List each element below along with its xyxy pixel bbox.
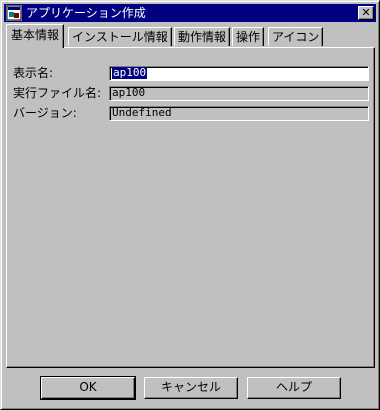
- tab-panel-basic-info: 表示名: ap100 実行ファイル名: ap100 バージョン: Undefin…: [6, 47, 375, 368]
- ok-button[interactable]: OK: [40, 376, 136, 400]
- window-title: アプリケーション作成: [26, 6, 146, 20]
- tab-icon[interactable]: アイコン: [268, 27, 324, 46]
- version-value: Undefined: [112, 106, 172, 119]
- tab-behavior-info[interactable]: 動作情報: [174, 27, 231, 46]
- tab-label: 操作: [236, 30, 261, 44]
- exec-file-value: ap100: [112, 86, 146, 99]
- display-name-input[interactable]: ap100: [109, 66, 369, 81]
- tab-label: アイコン: [272, 30, 320, 44]
- version-field: Undefined: [109, 106, 369, 121]
- tab-basic-info[interactable]: 基本情報: [6, 24, 65, 48]
- tab-label: インストール情報: [72, 30, 168, 44]
- dialog-window: アプリケーション作成 ✕ 基本情報 インストール情報 動作情報 操作 アイコン …: [0, 0, 380, 410]
- cancel-button[interactable]: キャンセル: [144, 377, 238, 399]
- tab-label: 動作情報: [178, 30, 227, 44]
- exec-file-field: ap100: [109, 86, 369, 101]
- display-name-value: ap100: [112, 66, 148, 79]
- display-name-label: 表示名:: [13, 66, 54, 80]
- version-label: バージョン:: [13, 106, 77, 120]
- tab-install-info[interactable]: インストール情報: [68, 27, 172, 46]
- help-button[interactable]: ヘルプ: [247, 377, 341, 399]
- title-bar[interactable]: アプリケーション作成 ✕: [4, 4, 376, 22]
- close-icon: ✕: [361, 6, 371, 19]
- close-button[interactable]: ✕: [358, 6, 374, 20]
- exec-file-label: 実行ファイル名:: [13, 86, 102, 100]
- tab-operation[interactable]: 操作: [232, 27, 265, 46]
- tab-label: 基本情報: [11, 28, 60, 42]
- app-window-icon: [6, 5, 22, 21]
